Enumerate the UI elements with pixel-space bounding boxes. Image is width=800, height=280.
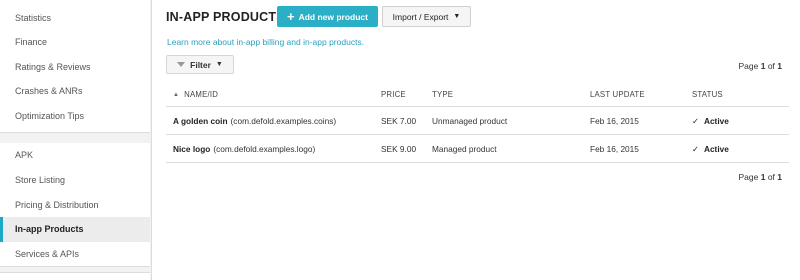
product-status: ✓ Active (692, 107, 729, 134)
sidebar-item-apk[interactable]: APK (0, 143, 150, 168)
import-export-label: Import / Export (392, 11, 449, 22)
column-header-last-update[interactable]: LAST UPDATE (590, 83, 645, 106)
sidebar-item-store-listing[interactable]: Store Listing (0, 168, 150, 193)
product-last-update: Feb 16, 2015 (590, 143, 639, 154)
funnel-icon (177, 62, 186, 67)
sidebar-group-next (0, 272, 150, 280)
sidebar-group-reports: Statistics Finance Ratings & Reviews Cra… (0, 0, 150, 133)
filter-button[interactable]: Filter ▼ (166, 55, 234, 74)
filter-label: Filter (190, 59, 211, 70)
status-text: Active (703, 143, 729, 154)
sidebar-item-ratings-reviews[interactable]: Ratings & Reviews (0, 55, 150, 80)
add-new-product-button[interactable]: + Add new product (277, 6, 378, 27)
import-export-button[interactable]: Import / Export ▼ (382, 6, 471, 27)
checkmark-icon: ✓ (692, 143, 699, 154)
sort-ascending-icon: ▲ (173, 91, 180, 98)
column-header-name[interactable]: ▲ NAME/ID (173, 83, 218, 106)
table-row[interactable]: Nice logo (com.defold.examples.logo) SEK… (166, 135, 789, 163)
pager-prefix: Page (738, 172, 761, 182)
pager-middle: of (765, 172, 778, 182)
caret-down-icon: ▼ (215, 61, 223, 68)
product-id: (com.defold.examples.logo) (213, 143, 316, 154)
page-title: IN-APP PRODUCTS (166, 10, 285, 24)
pager-middle: of (765, 61, 778, 71)
main-content: IN-APP PRODUCTS + Add new product Import… (152, 0, 800, 280)
column-header-price[interactable]: PRICE (381, 83, 406, 106)
pagination-top: Page 1 of 1 (739, 61, 783, 71)
sidebar-item-optimization-tips[interactable]: Optimization Tips (0, 104, 150, 129)
product-type: Unmanaged product (432, 115, 508, 126)
column-header-name-label: NAME/ID (184, 90, 219, 99)
table-row[interactable]: A golden coin (com.defold.examples.coins… (166, 107, 789, 135)
pager-total: 1 (777, 61, 782, 71)
sidebar-group-release: APK Store Listing Pricing & Distribution… (0, 143, 150, 267)
column-header-status[interactable]: STATUS (692, 83, 723, 106)
learn-more-link[interactable]: Learn more about in-app billing and in-a… (167, 37, 364, 47)
pagination-bottom: Page 1 of 1 (739, 172, 783, 182)
sidebar-item-in-app-products[interactable]: In-app Products (0, 217, 150, 242)
pager-total: 1 (777, 172, 782, 182)
product-id: (com.defold.examples.coins) (230, 115, 337, 126)
status-text: Active (703, 115, 729, 126)
product-price: SEK 9.00 (381, 143, 417, 154)
sidebar-item-statistics[interactable]: Statistics (0, 0, 150, 30)
product-last-update: Feb 16, 2015 (590, 115, 639, 126)
sidebar-item-crashes-anrs[interactable]: Crashes & ANRs (0, 79, 150, 104)
product-status: ✓ Active (692, 135, 729, 162)
product-name: Nice logo (173, 143, 211, 154)
table-header: ▲ NAME/ID PRICE TYPE LAST UPDATE STATUS (166, 83, 789, 107)
pager-prefix: Page (738, 61, 761, 71)
product-name-cell: Nice logo (com.defold.examples.logo) (173, 135, 315, 162)
sidebar-item-pricing-distribution[interactable]: Pricing & Distribution (0, 193, 150, 218)
sidebar-item-services-apis[interactable]: Services & APIs (0, 242, 150, 267)
plus-icon: + (286, 8, 295, 24)
checkmark-icon: ✓ (692, 115, 699, 126)
caret-down-icon: ▼ (453, 13, 461, 20)
product-price: SEK 7.00 (381, 115, 417, 126)
product-type: Managed product (432, 143, 497, 154)
product-name: A golden coin (173, 115, 228, 126)
column-header-type[interactable]: TYPE (432, 83, 453, 106)
product-name-cell: A golden coin (com.defold.examples.coins… (173, 107, 336, 134)
products-table: ▲ NAME/ID PRICE TYPE LAST UPDATE STATUS … (166, 83, 789, 163)
add-new-product-label: Add new product (298, 11, 368, 22)
sidebar: Statistics Finance Ratings & Reviews Cra… (0, 0, 152, 280)
sidebar-item-finance[interactable]: Finance (0, 30, 150, 55)
